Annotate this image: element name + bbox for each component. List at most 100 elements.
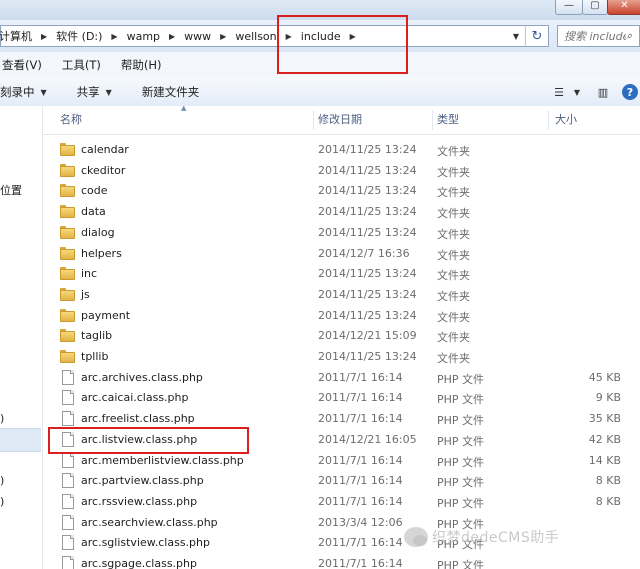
- file-name: arc.listview.class.php: [81, 432, 198, 446]
- help-icon[interactable]: ?: [622, 84, 638, 100]
- file-row[interactable]: arc.freelist.class.php 2011/7/1 16:14 PHP …: [43, 409, 640, 429]
- file-date: 2014/11/25 13:24: [318, 143, 417, 156]
- file-row[interactable]: arc.listview.class.php 2014/12/21 16:05 PH…: [43, 430, 640, 450]
- search-box[interactable]: ⌕: [557, 25, 640, 47]
- file-row[interactable]: taglib 2014/12/21 15:09 文件夹: [43, 326, 640, 346]
- file-row[interactable]: arc.archives.class.php 2011/7/1 16:14 PHP …: [43, 368, 640, 388]
- file-row[interactable]: arc.sgpage.class.php 2011/7/1 16:14 PHP 文件: [43, 554, 640, 569]
- file-date: 2011/7/1 16:14: [318, 412, 403, 426]
- file-row[interactable]: ckeditor 2014/11/25 13:24 文件夹: [43, 161, 640, 181]
- file-name: helpers: [81, 246, 122, 260]
- php-file-icon: [60, 390, 75, 406]
- column-divider[interactable]: [548, 110, 549, 130]
- php-file-icon: [60, 452, 75, 468]
- file-row[interactable]: arc.searchview.class.php 2013/3/4 12:06 PH…: [43, 513, 640, 533]
- maximize-button[interactable]: ▢: [582, 0, 608, 15]
- file-row[interactable]: code 2014/11/25 13:24 文件夹: [43, 181, 640, 201]
- chevron-down-icon: ▼: [40, 87, 47, 97]
- file-type: 文件夹: [437, 186, 470, 200]
- file-date: 2014/11/25 13:24: [318, 184, 417, 198]
- file-list[interactable]: ▲ 名称 修改日期 类型 大小 calendar 2014/11/25 13:24…: [43, 106, 640, 569]
- file-row[interactable]: helpers 2014/12/7 16:36 文件夹: [43, 244, 640, 264]
- chevron-right-icon[interactable]: ▶: [37, 32, 51, 41]
- address-row: 计算机 ▶ 软件 (D:) ▶ wamp ▶ www ▶ wellson ▶ i…: [0, 20, 640, 52]
- crumb-computer[interactable]: 计算机: [0, 28, 37, 44]
- php-file-icon: [60, 535, 75, 551]
- search-input[interactable]: [558, 29, 626, 43]
- menu-view[interactable]: 查看(V): [0, 57, 48, 73]
- nav-item-fragment[interactable]: ): [0, 474, 4, 487]
- file-name: tpllib: [81, 350, 109, 363]
- minimize-button[interactable]: —: [555, 0, 583, 15]
- folder-icon: [60, 183, 75, 198]
- share-button[interactable]: 共享 ▼: [69, 84, 120, 100]
- crumb-wamp[interactable]: wamp: [122, 30, 165, 43]
- file-type: 文件夹: [437, 227, 470, 241]
- file-type: 文件夹: [437, 352, 470, 365]
- nav-item-location[interactable]: 位置: [0, 182, 22, 198]
- column-header-date[interactable]: 修改日期: [318, 106, 362, 134]
- change-view-icon[interactable]: ☰: [548, 82, 570, 102]
- chevron-right-icon[interactable]: ▶: [216, 32, 230, 41]
- chevron-right-icon[interactable]: ▶: [346, 32, 360, 41]
- column-header-type[interactable]: 类型: [437, 106, 459, 134]
- crumb-drive-d[interactable]: 软件 (D:): [51, 28, 107, 44]
- file-row[interactable]: data 2014/11/25 13:24 文件夹: [43, 202, 640, 222]
- column-header-size[interactable]: 大小: [555, 106, 577, 134]
- file-row[interactable]: arc.partview.class.php 2011/7/1 16:14 PHP …: [43, 471, 640, 491]
- file-name: arc.memberlistview.class.php: [81, 453, 244, 467]
- menu-help[interactable]: 帮助(H): [115, 57, 168, 73]
- file-row[interactable]: arc.rssview.class.php 2011/7/1 16:14 PHP 文…: [43, 492, 640, 512]
- chevron-right-icon[interactable]: ▶: [282, 32, 296, 41]
- nav-item-fragment[interactable]: ): [0, 412, 4, 425]
- new-folder-button[interactable]: 新建文件夹: [134, 84, 208, 100]
- file-row[interactable]: arc.sglistview.class.php 2011/7/1 16:14 PH…: [43, 533, 640, 553]
- crumb-www[interactable]: www: [179, 30, 216, 43]
- search-icon[interactable]: ⌕: [626, 29, 632, 43]
- file-name: ckeditor: [81, 163, 126, 177]
- file-name: taglib: [81, 329, 113, 343]
- nav-item-fragment[interactable]: ): [0, 495, 4, 508]
- file-row[interactable]: dialog 2014/11/25 13:24 文件夹: [43, 223, 640, 243]
- maximize-icon: ▢: [590, 0, 600, 11]
- column-header-name[interactable]: 名称: [60, 106, 82, 134]
- view-dropdown-icon[interactable]: ▼: [570, 82, 584, 102]
- folder-icon: [60, 287, 75, 302]
- refresh-button[interactable]: ↻: [525, 26, 548, 46]
- address-bar[interactable]: 计算机 ▶ 软件 (D:) ▶ wamp ▶ www ▶ wellson ▶ i…: [0, 25, 549, 47]
- file-row[interactable]: inc 2014/11/25 13:24 文件夹: [43, 264, 640, 284]
- file-name: arc.rssview.class.php: [81, 494, 198, 508]
- file-date: 2011/7/1 16:14: [318, 391, 403, 405]
- nav-selected-item[interactable]: [0, 428, 41, 452]
- file-size: 14 KB: [588, 453, 621, 467]
- menu-tools[interactable]: 工具(T): [56, 57, 107, 73]
- file-date: 2011/7/1 16:14: [318, 536, 403, 550]
- file-row[interactable]: tpllib 2014/11/25 13:24 文件夹: [43, 347, 640, 367]
- chevron-right-icon[interactable]: ▶: [107, 32, 121, 41]
- file-row[interactable]: arc.caicai.class.php 2011/7/1 16:14 PHP 文件…: [43, 388, 640, 408]
- folder-icon: [60, 266, 75, 281]
- crumb-wellson[interactable]: wellson: [230, 30, 281, 43]
- column-divider[interactable]: [432, 110, 433, 130]
- file-type: 文件夹: [437, 331, 470, 345]
- close-button[interactable]: ✕: [607, 0, 640, 15]
- preview-pane-icon[interactable]: ▥: [592, 82, 614, 102]
- burn-button[interactable]: 刻录中 ▼: [0, 84, 55, 100]
- file-date: 2013/3/4 12:06: [318, 515, 403, 529]
- column-divider[interactable]: [313, 110, 314, 130]
- chevron-right-icon[interactable]: ▶: [165, 32, 179, 41]
- address-history-dropdown[interactable]: ▼: [508, 26, 524, 46]
- file-name: arc.archives.class.php: [81, 370, 203, 384]
- file-row[interactable]: js 2014/11/25 13:24 文件夹: [43, 285, 640, 305]
- file-type: 文件夹: [437, 207, 470, 221]
- file-name: arc.sglistview.class.php: [81, 536, 210, 550]
- file-row[interactable]: calendar 2014/11/25 13:24 文件夹: [43, 140, 640, 160]
- file-name: data: [81, 205, 106, 219]
- folder-icon: [60, 163, 75, 178]
- file-row[interactable]: payment 2014/11/25 13:24 文件夹: [43, 306, 640, 326]
- navigation-pane[interactable]: 位置 ) ) ): [0, 106, 43, 569]
- crumb-include[interactable]: include: [296, 30, 346, 43]
- file-type: 文件夹: [437, 165, 470, 179]
- file-name: arc.partview.class.php: [81, 474, 204, 488]
- file-row[interactable]: arc.memberlistview.class.php 2011/7/1 16:…: [43, 451, 640, 471]
